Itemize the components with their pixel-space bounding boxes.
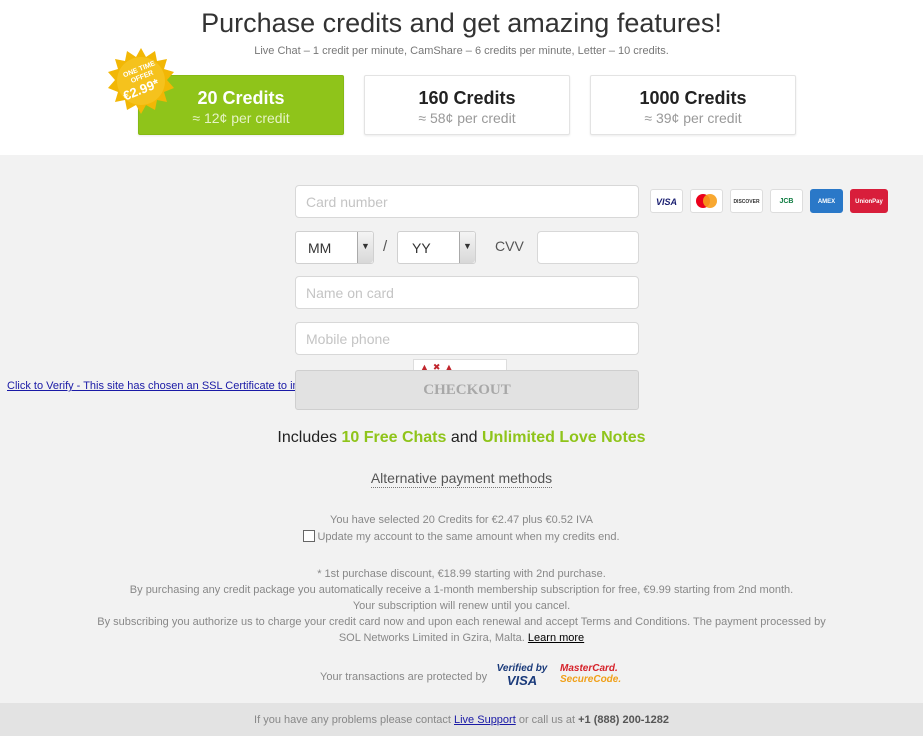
package-name: 1000 Credits [639,88,747,108]
alternative-payment-wrap: Alternative payment methods [0,470,923,488]
one-time-offer-badge: ONE TIME OFFER €2.99* [108,48,174,114]
expiry-year-select[interactable]: YY ▼ [397,231,476,264]
cvv-input[interactable] [537,231,639,264]
package-1000-credits[interactable]: 1000 Credits ≈ 39¢ per credit [590,75,796,135]
expiry-month-select[interactable]: MM ▼ [295,231,374,264]
mastercard-securecode-logo: MasterCard. SecureCode. [560,663,622,685]
terms-text: * 1st purchase discount, €18.99 starting… [97,568,826,644]
header-area: Purchase credits and get amazing feature… [0,0,923,155]
selected-year: YY [412,240,431,256]
package-price: ≈ 58¢ per credit [418,110,516,126]
cvv-label: CVV [495,238,524,254]
package-name: 160 Credits [418,88,516,108]
page-title: Purchase credits and get amazing feature… [201,8,722,38]
support-footer: If you have any problems please contact … [0,703,923,736]
protection-text: Your transactions are protected by [320,671,488,683]
verified-by-visa-logo: Verified by VISA [496,663,548,688]
package-160-credits[interactable]: 160 Credits ≈ 58¢ per credit [364,75,570,135]
free-chats-highlight: 10 Free Chats [341,429,447,446]
package-price: ≈ 39¢ per credit [644,110,742,126]
amex-icon: AMEX [810,189,843,213]
discover-icon: DISCOVER [730,189,763,213]
checkout-button[interactable]: CHECKOUT [295,370,639,410]
support-phone: +1 (888) 200-1282 [578,714,669,726]
visa-icon: VISA [650,189,683,213]
selection-summary: You have selected 20 Credits for €2.47 p… [330,514,593,526]
chevron-down-icon: ▼ [459,232,475,263]
date-separator: / [383,238,388,255]
alternative-payment-link[interactable]: Alternative payment methods [370,470,553,488]
mastercard-icon [690,189,723,213]
unionpay-icon: UnionPay [850,189,888,213]
live-support-link[interactable]: Live Support [454,714,516,726]
card-number-input[interactable] [295,185,639,218]
auto-update-label: Update my account to the same amount whe… [317,531,620,543]
selected-month: MM [308,240,332,256]
ssl-verify-link[interactable]: Click to Verify - This site has chosen a… [7,380,296,392]
name-on-card-input[interactable] [295,276,639,309]
jcb-icon: JCB [770,189,803,213]
auto-update-row: Update my account to the same amount whe… [0,530,923,543]
love-notes-highlight: Unlimited Love Notes [482,429,646,446]
mobile-phone-input[interactable] [295,322,639,355]
learn-more-link[interactable]: Learn more [528,632,584,644]
chevron-down-icon: ▼ [357,232,373,263]
auto-update-checkbox[interactable] [303,530,316,542]
includes-text: Includes 10 Free Chats and Unlimited Lov… [277,429,646,446]
